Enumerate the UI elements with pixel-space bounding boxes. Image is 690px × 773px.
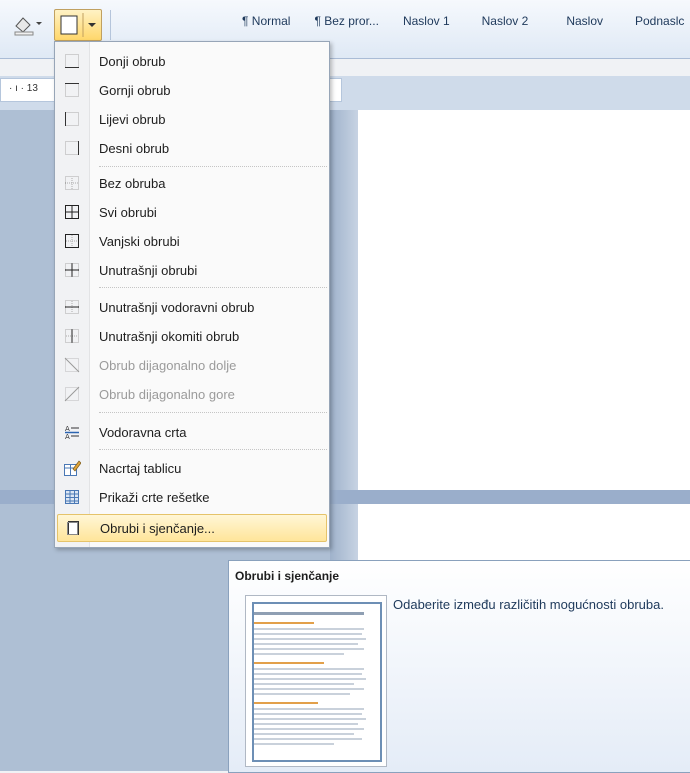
svg-text:A: A — [65, 433, 70, 440]
borders-dropdown-button[interactable] — [54, 9, 102, 41]
preview-text-line — [254, 693, 350, 695]
menu-item-right-border[interactable]: Desni obrub — [57, 135, 325, 161]
border-icon — [60, 13, 96, 37]
inside-borders-icon — [57, 257, 87, 283]
menu-separator — [99, 287, 327, 288]
style-heading-1[interactable]: Naslov 1 — [391, 14, 462, 28]
all-borders-icon — [57, 199, 87, 225]
outside-borders-icon — [57, 228, 87, 254]
menu-item-all-borders[interactable]: Svi obrubi — [57, 199, 325, 225]
paint-bucket-icon — [14, 17, 42, 36]
borders-menu: Donji obrub Gornji obrub Lijevi obrub De… — [54, 41, 330, 548]
preview-text-line — [254, 668, 364, 670]
menu-item-label: Prikaži crte rešetke — [99, 489, 210, 505]
preview-text-line — [254, 622, 314, 624]
shading-button[interactable] — [12, 12, 44, 36]
preview-text-line — [254, 628, 364, 630]
menu-item-inside-borders[interactable]: Unutrašnji obrubi — [57, 257, 325, 283]
menu-item-label: Vodoravna crta — [99, 424, 187, 440]
preview-text-line — [254, 648, 364, 650]
diagonal-up-border-icon — [57, 381, 87, 407]
style-no-spacing[interactable]: ¶ Bez pror... — [302, 14, 390, 28]
style-subtitle[interactable]: Podnaslc — [615, 14, 690, 28]
menu-item-top-border[interactable]: Gornji obrub — [57, 77, 325, 103]
inside-horizontal-border-icon — [57, 294, 87, 320]
menu-item-label: Lijevi obrub — [99, 111, 166, 127]
menu-item-label: Bez obruba — [99, 175, 166, 191]
preview-text-line — [254, 702, 318, 704]
preview-text-line — [254, 743, 334, 745]
preview-text-line — [254, 638, 366, 640]
menu-item-borders-and-shading[interactable]: Obrubi i sjenčanje... — [57, 514, 327, 542]
borders-shading-icon — [58, 515, 88, 541]
menu-item-label: Nacrtaj tablicu — [99, 460, 182, 476]
menu-separator — [99, 412, 327, 413]
tooltip-title: Obrubi i sjenčanje — [235, 569, 340, 583]
menu-item-label: Gornji obrub — [99, 82, 171, 98]
preview-text-line — [254, 718, 366, 720]
tooltip-preview-image — [245, 595, 387, 767]
menu-item-label: Svi obrubi — [99, 204, 157, 220]
preview-text-line — [254, 653, 344, 655]
menu-item-no-border[interactable]: Bez obruba — [57, 170, 325, 196]
preview-heading — [254, 612, 364, 615]
view-gridlines-icon — [57, 484, 87, 510]
menu-item-bottom-border[interactable]: Donji obrub — [57, 48, 325, 74]
style-heading-2[interactable]: Naslov 2 — [462, 14, 541, 28]
menu-item-label: Donji obrub — [99, 53, 166, 69]
preview-text-line — [254, 728, 364, 730]
super-tooltip: Obrubi i sjenčanje Odaberite između razl… — [228, 560, 690, 773]
preview-text-line — [254, 688, 364, 690]
horizontal-line-icon: AA — [57, 419, 87, 445]
menu-item-label: Obrubi i sjenčanje... — [100, 520, 215, 536]
ruler-ticks: · ı · 13 — [9, 83, 38, 94]
menu-item-diagonal-down-border[interactable]: Obrub dijagonalno dolje — [57, 352, 325, 378]
preview-text-line — [254, 633, 362, 635]
menu-item-label: Obrub dijagonalno dolje — [99, 357, 237, 373]
border-bottom-icon — [57, 48, 87, 74]
menu-item-label: Desni obrub — [99, 140, 170, 156]
preview-text-line — [254, 713, 362, 715]
menu-item-inside-vertical-border[interactable]: Unutrašnji okomiti obrub — [57, 323, 325, 349]
preview-text-line — [254, 643, 358, 645]
menu-item-outside-borders[interactable]: Vanjski obrubi — [57, 228, 325, 254]
menu-separator — [99, 166, 327, 167]
menu-separator — [99, 449, 327, 450]
preview-text-line — [254, 738, 362, 740]
preview-text-line — [254, 723, 358, 725]
menu-item-view-gridlines[interactable]: Prikaži crte rešetke — [57, 484, 325, 510]
preview-text-line — [254, 662, 324, 664]
preview-text-line — [254, 678, 366, 680]
border-top-icon — [57, 77, 87, 103]
menu-item-diagonal-up-border[interactable]: Obrub dijagonalno gore — [57, 381, 325, 407]
preview-text-line — [254, 708, 364, 710]
menu-item-label: Obrub dijagonalno gore — [99, 386, 235, 402]
preview-text-line — [254, 683, 354, 685]
border-right-icon — [57, 135, 87, 161]
menu-item-horizontal-line[interactable]: AA Vodoravna crta — [57, 419, 325, 445]
ribbon-divider — [110, 10, 111, 40]
diagonal-down-border-icon — [57, 352, 87, 378]
menu-item-draw-table[interactable]: Nacrtaj tablicu — [57, 455, 325, 481]
border-left-icon — [57, 106, 87, 132]
menu-item-label: Vanjski obrubi — [99, 233, 180, 249]
menu-item-label: Unutrašnji okomiti obrub — [99, 328, 240, 344]
menu-item-left-border[interactable]: Lijevi obrub — [57, 106, 325, 132]
menu-item-label: Unutrašnji obrubi — [99, 262, 198, 278]
menu-item-inside-horizontal-border[interactable]: Unutrašnji vodoravni obrub — [57, 294, 325, 320]
inside-vertical-border-icon — [57, 323, 87, 349]
style-normal[interactable]: ¶ Normal — [230, 14, 302, 28]
preview-text-line — [254, 673, 362, 675]
no-border-icon — [57, 170, 87, 196]
quick-styles-gallery: ¶ Normal ¶ Bez pror... Naslov 1 Naslov 2… — [230, 14, 690, 28]
style-title[interactable]: Naslov — [540, 14, 615, 28]
tooltip-description: Odaberite između različitih mogućnosti o… — [393, 597, 664, 612]
draw-table-icon — [57, 455, 87, 481]
preview-text-line — [254, 733, 354, 735]
menu-item-label: Unutrašnji vodoravni obrub — [99, 299, 255, 315]
